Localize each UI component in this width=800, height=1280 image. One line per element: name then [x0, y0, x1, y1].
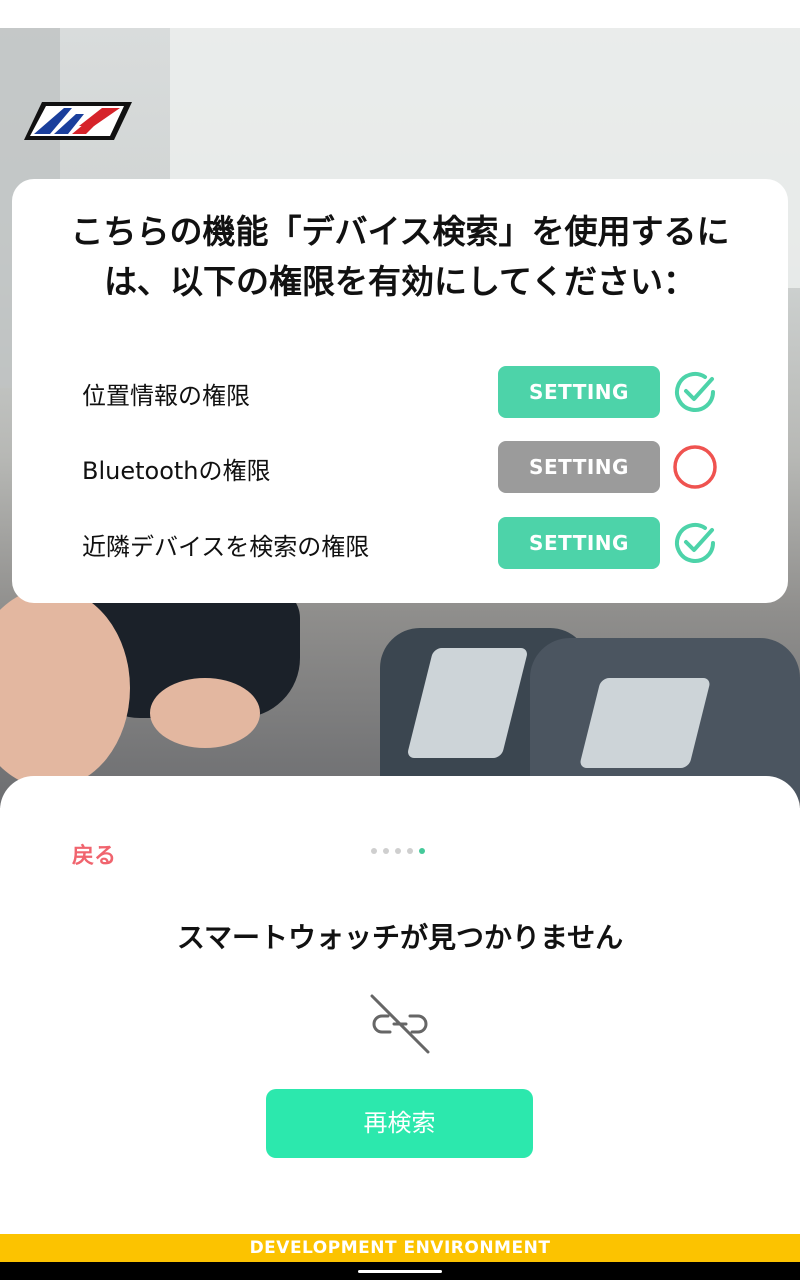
page-indicator [371, 848, 425, 854]
back-button[interactable]: 戻る [72, 838, 116, 870]
empty-circle-icon [673, 445, 717, 489]
dev-environment-banner: DEVELOPMENT ENVIRONMENT [0, 1234, 800, 1262]
permission-row-nearby-devices: 近隣デバイスを検索の権限 SETTING [12, 517, 788, 569]
permission-card: こちらの機能「デバイス検索」を使用するには、以下の権限を有効にしてください： 位… [12, 179, 788, 603]
bluetooth-setting-button[interactable]: SETTING [498, 441, 660, 493]
permission-label: 位置情報の権限 [82, 382, 250, 410]
permission-row-location: 位置情報の権限 SETTING [12, 366, 788, 418]
research-button[interactable]: 再検索 [266, 1089, 533, 1158]
page-dot [371, 848, 377, 854]
check-circle-icon [675, 522, 715, 563]
check-circle-icon [675, 371, 715, 412]
location-setting-button[interactable]: SETTING [498, 366, 660, 418]
page-dot-active [419, 848, 425, 854]
home-indicator[interactable] [358, 1270, 442, 1273]
not-found-message: スマートウォッチが見つかりません [176, 921, 624, 954]
unlink-icon [370, 994, 430, 1054]
permission-row-bluetooth: Bluetoothの権限 SETTING [12, 441, 788, 493]
page-dot [395, 848, 401, 854]
system-nav-bar [0, 1262, 800, 1280]
bottom-sheet: 戻る スマートウォッチが見つかりません 再検索 [0, 776, 800, 1234]
permission-label: Bluetoothの権限 [82, 457, 271, 485]
permission-title: こちらの機能「デバイス検索」を使用するには、以下の権限を有効にしてください： [70, 212, 730, 301]
nearby-devices-setting-button[interactable]: SETTING [498, 517, 660, 569]
permission-label: 近隣デバイスを検索の権限 [82, 533, 370, 561]
status-bar [0, 0, 800, 28]
brand-logo-icon [24, 102, 132, 140]
page-dot [407, 848, 413, 854]
page-dot [383, 848, 389, 854]
